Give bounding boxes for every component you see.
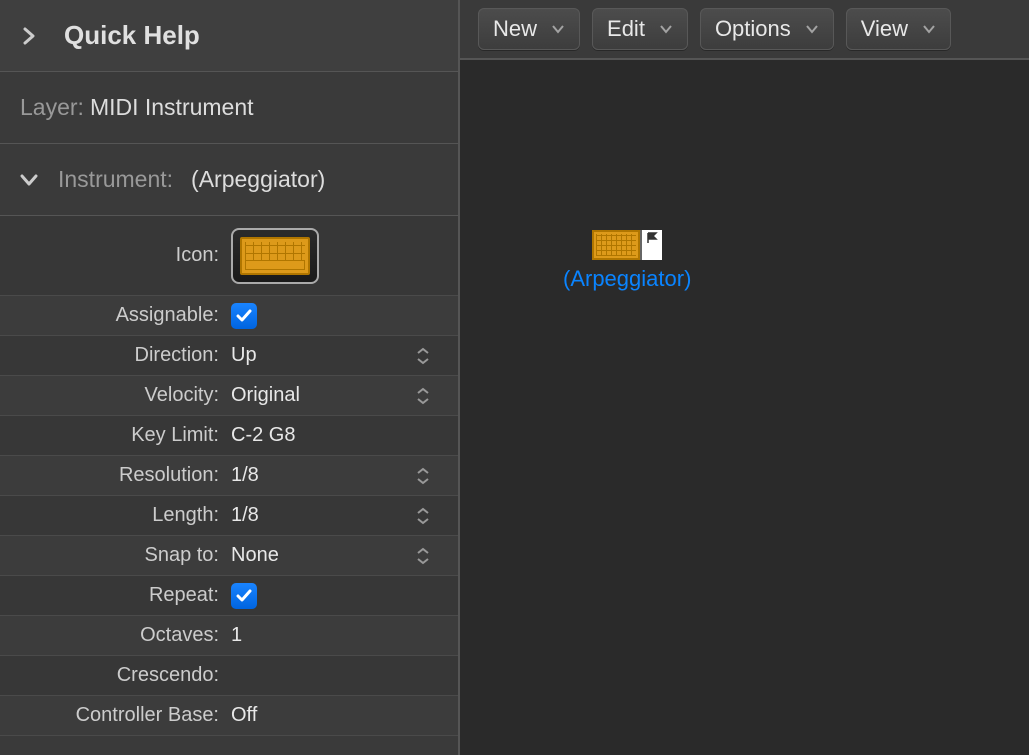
layer-row: Layer: MIDI Instrument xyxy=(0,72,458,144)
repeat-checkbox[interactable] xyxy=(231,583,257,609)
prop-icon-label: Icon: xyxy=(0,244,225,267)
snapto-stepper[interactable] xyxy=(416,547,434,565)
new-menu[interactable]: New xyxy=(478,8,580,50)
resolution-stepper[interactable] xyxy=(416,467,434,485)
prop-controllerbase-value[interactable]: Off xyxy=(225,704,458,727)
prop-keylimit-value[interactable]: C-2 G8 xyxy=(225,424,458,447)
assignable-checkbox[interactable] xyxy=(231,303,257,329)
quick-help-header: Quick Help xyxy=(0,0,458,72)
edit-menu[interactable]: Edit xyxy=(592,8,688,50)
object-label[interactable]: (Arpeggiator) xyxy=(563,266,691,292)
prop-direction-label: Direction: xyxy=(0,344,225,367)
prop-octaves-row: Octaves: 1 xyxy=(0,616,458,656)
prop-controllerbase-row: Controller Base: Off xyxy=(0,696,458,736)
instrument-row: Instrument: (Arpeggiator) xyxy=(0,144,458,216)
instrument-label: Instrument: xyxy=(58,166,173,193)
length-stepper[interactable] xyxy=(416,507,434,525)
chevron-down-icon xyxy=(922,24,936,34)
layer-label: Layer: xyxy=(20,94,84,121)
keyboard-icon xyxy=(240,237,310,275)
disclosure-down-icon[interactable] xyxy=(18,169,40,191)
prop-repeat-label: Repeat: xyxy=(0,584,225,607)
prop-assignable-label: Assignable: xyxy=(0,304,225,327)
prop-length-row: Length: 1/8 xyxy=(0,496,458,536)
options-label: Options xyxy=(715,16,791,42)
main-panel: New Edit Options View xyxy=(460,0,1029,755)
prop-repeat-row: Repeat: xyxy=(0,576,458,616)
instrument-value[interactable]: (Arpeggiator) xyxy=(191,166,325,193)
quick-help-title: Quick Help xyxy=(64,20,200,51)
arpeggiator-object[interactable]: (Arpeggiator) xyxy=(563,230,691,292)
prop-crescendo-row: Crescendo: xyxy=(0,656,458,696)
prop-keylimit-row: Key Limit: C-2 G8 xyxy=(0,416,458,456)
environment-canvas[interactable]: (Arpeggiator) xyxy=(460,60,1029,755)
prop-octaves-value[interactable]: 1 xyxy=(225,624,458,647)
toolbar: New Edit Options View xyxy=(460,0,1029,60)
keyboard-icon xyxy=(592,230,640,260)
prop-icon-row: Icon: xyxy=(0,216,458,296)
prop-velocity-row: Velocity: Original xyxy=(0,376,458,416)
layer-value[interactable]: MIDI Instrument xyxy=(90,94,254,121)
chevron-down-icon xyxy=(805,24,819,34)
prop-snapto-label: Snap to: xyxy=(0,544,225,567)
prop-octaves-label: Octaves: xyxy=(0,624,225,647)
view-label: View xyxy=(861,16,908,42)
prop-keylimit-label: Key Limit: xyxy=(0,424,225,447)
velocity-stepper[interactable] xyxy=(416,387,434,405)
prop-resolution-label: Resolution: xyxy=(0,464,225,487)
prop-resolution-row: Resolution: 1/8 xyxy=(0,456,458,496)
prop-controllerbase-label: Controller Base: xyxy=(0,704,225,727)
prop-direction-row: Direction: Up xyxy=(0,336,458,376)
icon-picker[interactable] xyxy=(231,228,319,284)
edit-label: Edit xyxy=(607,16,645,42)
chevron-down-icon xyxy=(551,24,565,34)
prop-assignable-row: Assignable: xyxy=(0,296,458,336)
output-flag-icon[interactable] xyxy=(640,230,662,260)
prop-length-label: Length: xyxy=(0,504,225,527)
new-label: New xyxy=(493,16,537,42)
object-icon-row xyxy=(592,230,662,260)
disclosure-right-icon[interactable] xyxy=(18,25,40,47)
prop-velocity-label: Velocity: xyxy=(0,384,225,407)
options-menu[interactable]: Options xyxy=(700,8,834,50)
prop-snapto-row: Snap to: None xyxy=(0,536,458,576)
inspector-panel: Quick Help Layer: MIDI Instrument Instru… xyxy=(0,0,460,755)
direction-stepper[interactable] xyxy=(416,347,434,365)
prop-crescendo-label: Crescendo: xyxy=(0,664,225,687)
chevron-down-icon xyxy=(659,24,673,34)
property-list: Icon: Assignable: Direction: Up xyxy=(0,216,458,755)
view-menu[interactable]: View xyxy=(846,8,951,50)
